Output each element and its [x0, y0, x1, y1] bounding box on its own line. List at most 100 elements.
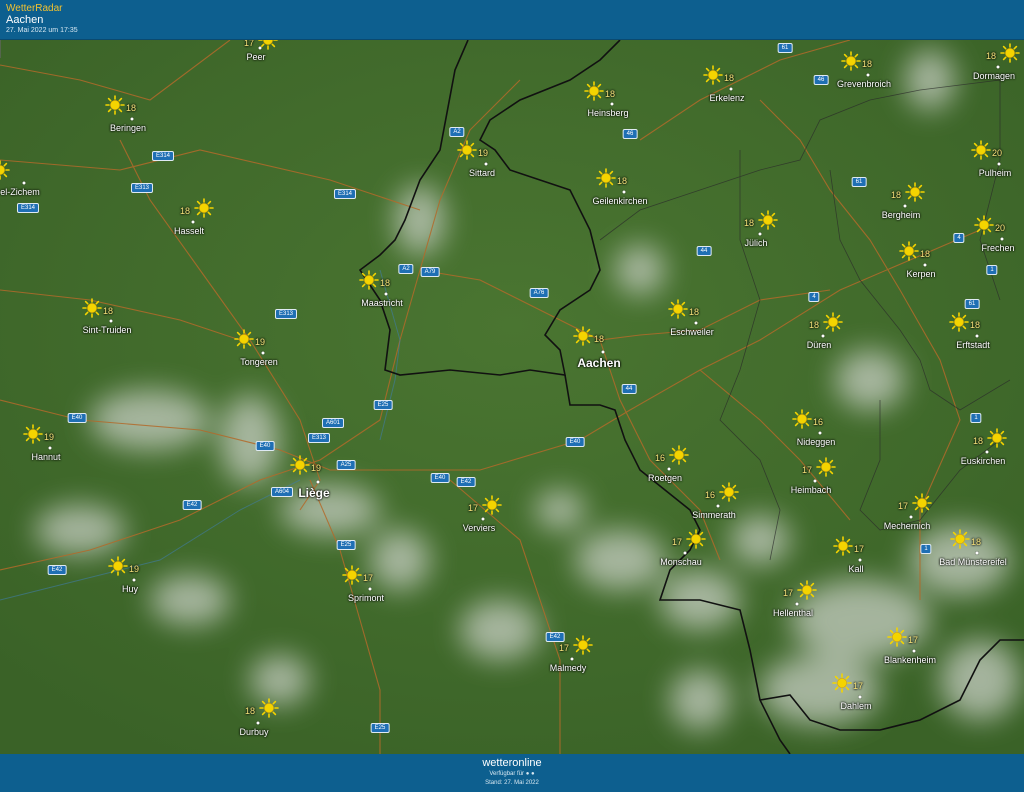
- city-label[interactable]: Heimbach: [791, 485, 832, 495]
- city-label[interactable]: Heinsberg: [587, 108, 628, 118]
- city-label[interactable]: Roetgen: [648, 473, 682, 483]
- city-marker: [758, 232, 762, 236]
- city-temperature: 19: [129, 564, 140, 574]
- apple-icon[interactable]: ●: [526, 771, 530, 777]
- city-label[interactable]: Nideggen: [797, 437, 836, 447]
- city-label[interactable]: Erkelenz: [709, 93, 744, 103]
- road-label: 44: [621, 384, 637, 394]
- location-pin-icon: [0, 40, 1, 58]
- city-marker: [813, 479, 817, 483]
- city-marker: [858, 695, 862, 699]
- city-label[interactable]: Kerpen: [906, 269, 935, 279]
- road-label: 46: [813, 75, 829, 85]
- city-label[interactable]: Grevenbroich: [837, 79, 891, 89]
- android-icon[interactable]: ●: [531, 771, 535, 777]
- sun-icon: [105, 95, 125, 115]
- city-temperature: 17: [802, 465, 813, 475]
- city-temperature: 18: [891, 190, 902, 200]
- road-label: E42: [545, 632, 565, 642]
- city-label[interactable]: Euskirchen: [961, 456, 1006, 466]
- city-label[interactable]: Aachen: [577, 356, 620, 370]
- road-label: A25: [336, 460, 356, 470]
- road-label: E40: [430, 473, 450, 483]
- city-label[interactable]: Hellenthal: [773, 608, 813, 618]
- city-label[interactable]: Jülich: [744, 238, 767, 248]
- sun-icon: [905, 182, 925, 202]
- city-label[interactable]: Erftstadt: [956, 340, 990, 350]
- city-marker: [368, 587, 372, 591]
- city-label[interactable]: Pulheim: [979, 168, 1012, 178]
- city-label[interactable]: Düren: [807, 340, 832, 350]
- city-label[interactable]: Blankenheim: [884, 655, 936, 665]
- brand-logo[interactable]: wetteronline: [0, 757, 1024, 769]
- city-temperature: 20: [995, 223, 1006, 233]
- road-label: E313: [130, 183, 154, 193]
- map-background: [0, 40, 1024, 754]
- city-label[interactable]: Geilenkirchen: [592, 196, 647, 206]
- road-label: E25: [373, 400, 393, 410]
- city-label[interactable]: Sittard: [469, 168, 495, 178]
- city-marker: [22, 181, 26, 185]
- city-label[interactable]: Hannut: [31, 452, 60, 462]
- city-label[interactable]: Mechernich: [884, 521, 931, 531]
- city-temperature: 20: [992, 148, 1003, 158]
- app-name: WetterRadar: [6, 3, 63, 14]
- city-label[interactable]: Monschau: [660, 557, 702, 567]
- city-label[interactable]: Dahlem: [840, 701, 871, 711]
- road-label: 4: [808, 292, 820, 302]
- city-label[interactable]: Dormagen: [973, 71, 1015, 81]
- sun-icon: [816, 457, 836, 477]
- city-label[interactable]: Simmerath: [692, 510, 736, 520]
- city-label[interactable]: Maastricht: [361, 298, 403, 308]
- availability-row: Verfügbar für ● ●: [0, 771, 1024, 777]
- road-label: 1: [920, 544, 932, 554]
- city-label[interactable]: Bergheim: [882, 210, 921, 220]
- footer-bar: wetteronline Verfügbar für ● ● Stand: 27…: [0, 754, 1024, 792]
- sun-icon: [290, 455, 310, 475]
- city-label[interactable]: Tongeren: [240, 357, 278, 367]
- road-label: 4: [953, 233, 965, 243]
- city-label[interactable]: el-Zichem: [0, 187, 40, 197]
- city-marker: [481, 517, 485, 521]
- city-label[interactable]: Bad Münstereifel: [939, 557, 1007, 567]
- city-marker: [694, 321, 698, 325]
- city-label[interactable]: Huy: [122, 584, 138, 594]
- city-marker: [570, 657, 574, 661]
- road-label: E42: [47, 565, 67, 575]
- road-label: E40: [255, 441, 275, 451]
- city-marker: [912, 649, 916, 653]
- city-label[interactable]: Verviers: [463, 523, 496, 533]
- city-label[interactable]: Frechen: [981, 243, 1014, 253]
- city-label[interactable]: Sprimont: [348, 593, 384, 603]
- sun-icon: [457, 140, 477, 160]
- city-marker: [716, 504, 720, 508]
- weather-map[interactable]: 17 Peer 18 Beringen 18 Hasselt el-Zichem 18 Sint…: [0, 40, 1024, 754]
- road-label: A76: [529, 288, 549, 298]
- city-label[interactable]: Hasselt: [174, 226, 204, 236]
- city-label[interactable]: Liège: [298, 486, 329, 500]
- city-label[interactable]: Peer: [246, 52, 265, 62]
- city-label[interactable]: Eschweiler: [670, 327, 714, 337]
- city-temperature: 18: [126, 103, 137, 113]
- city-marker: [903, 204, 907, 208]
- city-marker: [858, 558, 862, 562]
- sun-icon: [703, 65, 723, 85]
- city-temperature: 17: [244, 40, 255, 48]
- sun-icon: [797, 580, 817, 600]
- city-label[interactable]: Sint-Truiden: [83, 325, 132, 335]
- city-marker: [261, 351, 265, 355]
- city-marker: [923, 263, 927, 267]
- city-marker: [996, 65, 1000, 69]
- city-temperature: 17: [559, 643, 570, 653]
- sun-icon: [668, 299, 688, 319]
- sun-icon: [573, 326, 593, 346]
- city-label[interactable]: Malmedy: [550, 663, 587, 673]
- sun-icon: [482, 495, 502, 515]
- city-label[interactable]: Beringen: [110, 123, 146, 133]
- city-marker: [985, 450, 989, 454]
- city-label[interactable]: Kall: [848, 564, 863, 574]
- road-label: E40: [67, 413, 87, 423]
- city-temperature: 18: [180, 206, 191, 216]
- city-label[interactable]: Durbuy: [239, 727, 268, 737]
- city-marker: [191, 220, 195, 224]
